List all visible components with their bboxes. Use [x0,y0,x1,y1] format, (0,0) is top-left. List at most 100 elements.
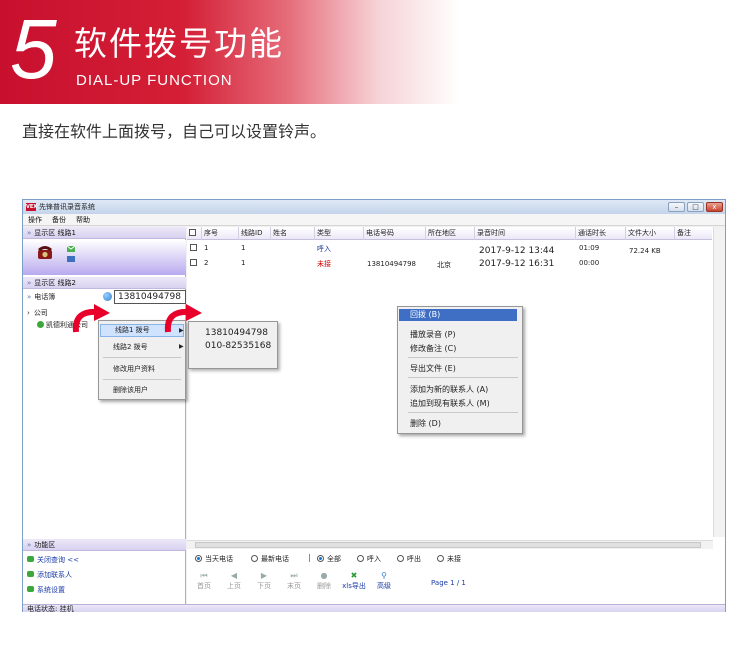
horizontal-scrollbar[interactable] [187,540,713,549]
menu-delete-record[interactable]: 删除 (D) [410,418,441,429]
col-header-time[interactable]: 录音时间 [474,227,575,240]
col-header-type[interactable]: 类型 [314,227,363,240]
table-row[interactable]: 2 1 未接 13810494798 北京 2017-9-12 16:31 00… [187,256,712,269]
radio-icon [357,555,364,562]
col-header-phone[interactable]: 电话号码 [363,227,425,240]
filter-incoming[interactable]: 呼入 [357,554,381,564]
function-section-header[interactable]: » 功能区 [23,539,186,551]
contact-person-icon [37,321,44,328]
filter-latest-label: 最新电话 [261,555,289,563]
delete-icon: ● [320,571,328,580]
filter-today[interactable]: 当天电话 [195,554,233,564]
delete-button[interactable]: ● 删除 [312,570,336,591]
col-header-no[interactable]: 序号 [201,227,238,240]
filter-latest[interactable]: 最新电话 [251,554,289,564]
users-icon [27,586,34,592]
last-page-label: 末页 [287,582,301,590]
xls-export-label: xls导出 [342,582,366,590]
prev-page-label: 上页 [227,582,241,590]
chevron-icon: » [27,279,32,287]
filter-outgoing[interactable]: 呼出 [397,554,421,564]
submenu-number-1[interactable]: 13810494798 [205,328,268,338]
col-header-line[interactable]: 线路ID [238,227,270,240]
line1-section-label: 显示区 线路1 [34,229,76,237]
prev-page-button[interactable]: ◀ 上页 [222,570,246,591]
filter-incoming-label: 呼入 [367,555,381,563]
menu-divider [408,357,518,358]
checkbox-icon [190,259,197,266]
menu-backup[interactable]: 备份 [52,214,66,225]
cell-time: 2017-9-12 16:31 [479,259,555,269]
feature-caption: 直接在软件上面拨号，自己可以设置铃声。 [22,122,327,141]
col-header-duration[interactable]: 通话时长 [575,227,625,240]
menu-divider [408,377,518,378]
first-page-button[interactable]: ⏮ 首页 [192,570,216,591]
system-settings-label: 系统设置 [37,586,65,594]
row-checkbox[interactable] [190,244,197,252]
col-header-note[interactable]: 备注 [674,227,712,240]
last-page-button[interactable]: ⏭ 末页 [282,570,306,591]
menu-append-contact[interactable]: 追加到现有联系人 (M) [410,398,490,409]
menu-bar: 操作 备份 帮助 [23,214,725,226]
filter-today-label: 当天电话 [205,555,233,563]
cell-phone: 13810494798 [367,260,416,268]
checkbox-icon [190,244,197,251]
menu-help[interactable]: 帮助 [76,214,90,225]
close-button[interactable]: x [706,202,723,212]
submenu-number-2[interactable]: 010-82535168 [205,341,271,351]
message-icon [67,246,75,252]
menu-edit-note[interactable]: 修改备注 (C) [410,343,456,354]
menu-export-file[interactable]: 导出文件 (E) [410,363,456,374]
line1-section-header[interactable]: » 显示区 线路1 [23,227,186,239]
next-page-button[interactable]: ▶ 下页 [252,570,276,591]
excel-icon: ✖ [350,571,358,580]
menu-divider [408,412,518,413]
menu-divider [103,357,181,358]
advanced-button[interactable]: ⚲ 高级 [372,570,396,591]
line2-section-header[interactable]: » 显示区 线路2 [23,277,186,289]
menu-callback[interactable]: 回拨 (B) [399,309,517,321]
close-query-link[interactable]: 关闭查询 << [27,555,79,565]
filter-missed[interactable]: 未接 [437,554,461,564]
menu-operation[interactable]: 操作 [28,214,42,225]
menu-delete-user[interactable]: 删除该用户 [99,385,148,395]
col-header-area[interactable]: 所在地区 [425,227,474,240]
section-subtitle: DIAL-UP FUNCTION [76,72,233,89]
system-settings-link[interactable]: 系统设置 [27,585,65,595]
cell-line: 1 [241,259,246,267]
col-header-name[interactable]: 姓名 [270,227,314,240]
filter-row: 当天电话 最新电话 | 全部 呼入 呼出 未接 [187,553,725,566]
menu-dial-line1-label: 线路1 拨号 [115,326,150,334]
menu-play-recording[interactable]: 播放录音 (P) [410,329,456,340]
cell-time: 2017-9-12 13:44 [479,246,555,256]
scrollbar-thumb[interactable] [195,542,701,548]
select-all-checkbox[interactable] [187,227,201,240]
menu-add-new-contact[interactable]: 添加为新的联系人 (A) [410,384,488,395]
tree-group-company[interactable]: › 公司 [27,308,48,318]
filter-outgoing-label: 呼出 [407,555,421,563]
cell-line: 1 [241,244,246,252]
advanced-label: 高级 [377,582,391,590]
row-checkbox[interactable] [190,259,197,267]
menu-divider [103,379,181,380]
radio-icon [397,555,404,562]
next-page-icon: ▶ [260,571,268,580]
table-row[interactable]: 1 1 呼入 2017-9-12 13:44 01:09 72.24 KB [187,241,712,256]
chevron-icon: » [27,229,32,237]
menu-edit-user[interactable]: 修改用户资料 [99,364,155,374]
users-icon [27,571,34,577]
add-contact-link[interactable]: 添加联系人 [27,570,72,580]
maximize-button[interactable]: □ [687,202,704,212]
filter-separator: | [308,553,311,562]
vertical-scrollbar[interactable] [713,227,725,537]
phonebook-label[interactable]: » 电话簿 [27,292,55,303]
app-logo-icon: VEX [26,203,38,211]
delete-label: 删除 [317,582,331,590]
checkbox-icon [189,229,196,236]
col-header-size[interactable]: 文件大小 [625,227,674,240]
menu-delete-user-label: 删除该用户 [113,386,148,394]
xls-export-button[interactable]: ✖ xls导出 [342,570,366,591]
menu-dial-line2[interactable]: 线路2 拨号 [99,342,148,352]
minimize-button[interactable]: – [668,202,685,212]
filter-all[interactable]: 全部 [317,554,341,564]
